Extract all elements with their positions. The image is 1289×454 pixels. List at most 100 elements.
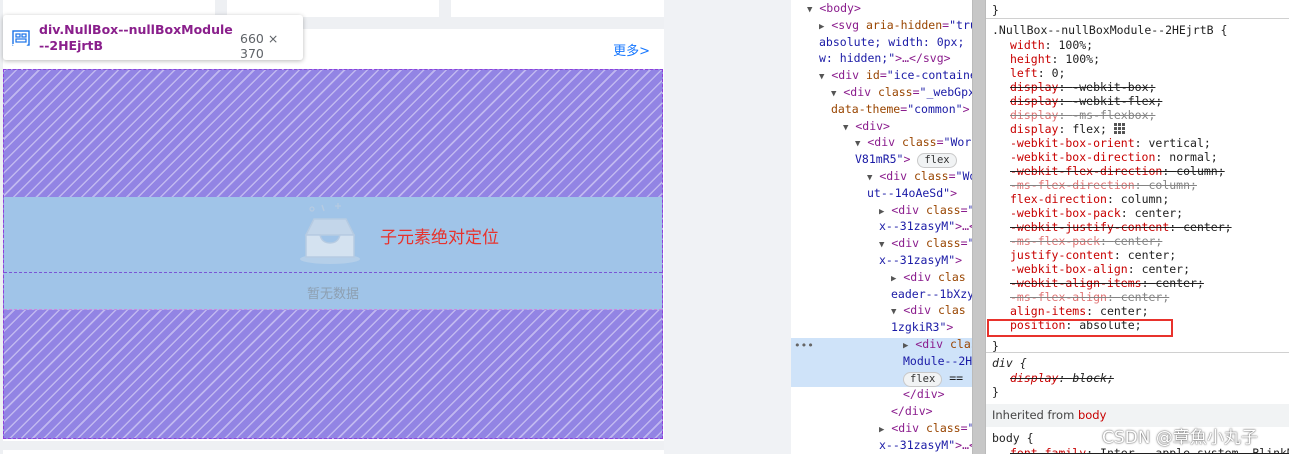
flex-badge[interactable]: flex [903,371,943,387]
dom-token: x--31zasyM" [879,219,956,234]
css-declaration[interactable]: -webkit-justify-content: center; [1010,220,1232,234]
expand-toggle-icon[interactable]: ▶ [891,274,896,284]
expand-toggle-icon[interactable]: ▶ [879,425,884,435]
css-value: -webkit-flex; [1072,94,1163,108]
dom-node-line[interactable]: x--31zasyM">…< [879,437,972,454]
rule-selector[interactable]: .NullBox--nullBoxModule--2HEjrtB { [992,23,1227,37]
dom-node-line[interactable]: </div> [891,403,933,420]
expand-toggle-icon[interactable]: ▼ [867,173,872,183]
css-prop: -webkit-box-direction [1010,150,1156,164]
flex-badge[interactable]: flex [917,153,957,169]
div-rule-value: block; [1072,371,1114,385]
expand-toggle-icon[interactable]: ▼ [855,139,860,149]
css-declaration[interactable]: flex-direction: column; [1010,192,1169,206]
dom-token: <div [903,269,938,284]
dom-node-line[interactable]: flex == [903,370,970,387]
css-declaration[interactable]: -webkit-box-direction: normal; [1010,150,1218,164]
dom-token: > [903,152,918,167]
expand-toggle-icon[interactable]: ▶ [879,207,884,217]
expand-toggle-icon[interactable]: ▼ [831,89,836,99]
inherited-tag-link[interactable]: body [1078,408,1106,422]
dom-token: >…</svg> [895,51,951,66]
body-rule-selector[interactable]: body { [992,431,1034,445]
dom-node-line[interactable]: eader--1bXzy [891,286,972,303]
expand-toggle-icon[interactable]: ▼ [843,123,848,133]
css-value: flex; [1072,122,1107,136]
dom-node-line[interactable]: Module--2H [903,353,972,370]
css-value: column; [1148,178,1197,192]
dom-token: class [901,135,937,150]
css-declaration[interactable]: justify-content: center; [1010,248,1176,262]
dom-token: > [950,185,958,200]
css-declaration[interactable]: display: -webkit-flex; [1010,94,1162,108]
dom-token: <div [891,421,926,435]
styles-panel[interactable]: } .NullBox--nullBoxModule--2HEjrtB { wid… [986,0,1289,454]
dom-token: = [879,68,887,83]
dom-token: <div [915,337,950,351]
dom-token: w: hidden;" [819,51,896,66]
dom-token: <div [903,303,938,318]
css-prop: -ms-flex-direction [1010,178,1135,192]
css-declaration[interactable]: -ms-flex-pack: center; [1010,234,1162,248]
panel-splitter[interactable] [972,0,986,454]
more-link[interactable]: 更多> [613,40,650,59]
css-value: vertical; [1148,136,1211,150]
div-rule-selector[interactable]: div { [992,356,1027,370]
css-declaration[interactable]: left: 0; [1010,66,1065,80]
dom-node-line[interactable]: </div> [903,386,945,403]
css-value: center; [1155,276,1204,290]
dom-node-line[interactable]: data-theme="common"> [831,101,970,118]
top-card-right [451,0,664,17]
css-value: center; [1120,290,1170,304]
css-declaration[interactable]: display: flex; [1010,122,1125,136]
dom-node-line[interactable]: w: hidden;">…</svg> [819,50,951,67]
div-rule-close: } [992,385,999,399]
dom-node-line[interactable]: x--31zasyM">…< [879,218,972,235]
expand-toggle-icon[interactable]: ▶ [903,341,908,351]
dom-token: <svg [831,17,866,32]
css-declaration[interactable]: align-items: center; [1010,304,1149,318]
css-declaration[interactable]: display: -ms-flexbox; [1010,108,1155,122]
css-declaration[interactable]: width: 100%; [1010,38,1093,52]
dom-node-line[interactable]: V81mR5"> flex [855,151,957,169]
expand-toggle-icon[interactable]: ▼ [879,240,884,250]
more-actions-dots[interactable]: ••• [794,338,814,355]
css-declaration[interactable]: -webkit-box-pack: center; [1010,206,1183,220]
expand-toggle-icon[interactable]: ▼ [819,72,824,82]
elements-panel[interactable]: ••• ▼ <body> ▶ <svg aria-hidden = "true abso… [791,0,972,454]
css-declaration[interactable]: -webkit-align-items: center; [1010,276,1204,290]
dom-token: = [960,421,968,435]
dom-node-line[interactable]: 1zgkiR3"> [891,319,953,336]
dom-token: </div> [903,387,945,402]
css-prop: flex-direction [1010,192,1107,206]
expand-toggle-icon[interactable]: ▶ [819,22,824,32]
css-declaration[interactable]: height: 100%; [1010,52,1100,66]
expand-toggle-icon[interactable]: ▼ [807,5,812,15]
css-value: center; [1183,220,1232,234]
dom-node-line[interactable]: ut--14oAeSd"> [867,185,957,202]
dom-token: <div [891,236,926,251]
dom-token: == [942,370,970,385]
css-declaration[interactable]: -webkit-box-orient: vertical; [1010,136,1211,150]
css-prop: -webkit-box-align [1010,262,1128,276]
flexbox-editor-icon[interactable] [1113,123,1125,134]
dom-token: data-theme [831,101,901,116]
css-prop: -webkit-box-pack [1010,206,1121,220]
expand-toggle-icon[interactable]: ▼ [891,307,896,317]
css-declaration[interactable]: display: -webkit-box; [1010,80,1155,94]
css-declaration[interactable]: -webkit-box-align: center; [1010,262,1190,276]
dom-node-line[interactable]: x--31zasyM"> [879,252,962,269]
dom-token: clas [949,337,972,351]
css-prop: -ms-flex-pack [1010,234,1101,248]
dom-token: ut--14oAeSd" [867,185,951,200]
css-declaration[interactable]: -ms-flex-align: center; [1010,290,1169,304]
dom-node-line[interactable]: absolute; width: 0px; h [819,34,972,51]
dom-token: Module--2H [903,353,972,368]
dom-token: <div [831,68,866,83]
css-declaration[interactable]: -webkit-flex-direction: column; [1010,164,1225,178]
div-rule-declaration[interactable]: display: block; [1010,371,1114,385]
bottom-card [3,450,664,454]
dom-token: "Work [943,135,972,150]
css-declaration[interactable]: -ms-flex-direction: column; [1010,178,1197,192]
dom-token: x--31zasyM" [879,253,956,267]
